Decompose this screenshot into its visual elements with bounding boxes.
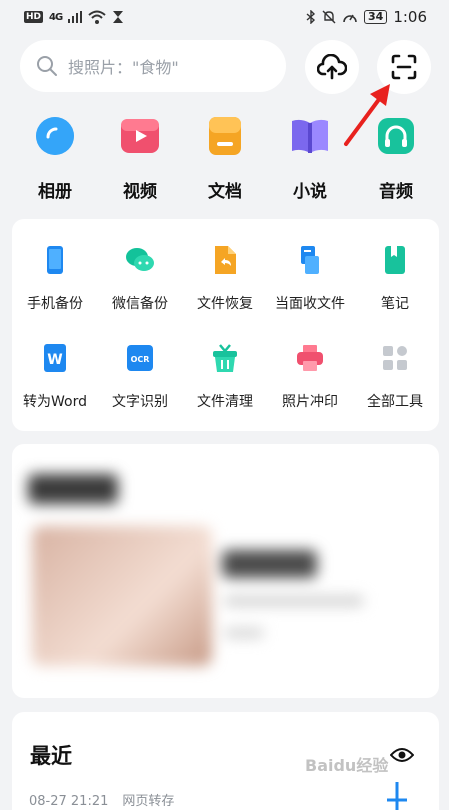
tool-label: 微信备份: [112, 296, 168, 312]
ocr-icon: OCR: [127, 345, 153, 371]
category-video[interactable]: 视频: [100, 115, 180, 202]
photo-print-icon: [297, 345, 323, 371]
tool-file-restore[interactable]: 文件恢复: [182, 245, 268, 313]
recent-source: 网页转存: [122, 794, 175, 809]
clock: 1:06: [393, 8, 427, 26]
category-novel[interactable]: 小说: [270, 115, 350, 202]
cloud-upload-icon: [317, 54, 347, 80]
tool-receive-file[interactable]: 当面收文件: [267, 245, 353, 313]
category-album[interactable]: 相册: [15, 115, 95, 202]
blurred-content: [12, 444, 439, 698]
plus-icon[interactable]: [382, 772, 412, 810]
receive-file-icon: [301, 246, 319, 274]
tool-photo-print[interactable]: 照片冲印: [267, 343, 353, 411]
wifi-icon: [88, 10, 106, 24]
category-document[interactable]: 文档: [185, 115, 265, 202]
tool-label: 笔记: [381, 296, 409, 312]
recent-title: 最近: [30, 744, 72, 768]
tool-file-clean[interactable]: 文件清理: [182, 343, 268, 411]
tool-label: 转为Word: [23, 394, 87, 410]
video-icon: [121, 119, 159, 153]
watermark-logo: Baidu经验: [305, 756, 389, 775]
svg-text:OCR: OCR: [131, 355, 150, 364]
hd-badge: HD: [24, 11, 44, 23]
category-label: 文档: [208, 182, 242, 202]
search-bar[interactable]: 搜照片："食物": [20, 40, 286, 92]
category-label: 视频: [123, 182, 157, 202]
novel-icon: [292, 119, 328, 153]
tool-label: 文件清理: [197, 394, 253, 410]
tool-convert-word[interactable]: W 转为Word: [12, 343, 98, 411]
tool-label: 文字识别: [112, 394, 168, 410]
mute-icon: [322, 10, 336, 24]
category-audio[interactable]: 音频: [356, 115, 436, 202]
tool-wechat-backup[interactable]: 微信备份: [97, 245, 183, 313]
category-label: 音频: [379, 182, 413, 202]
phone-backup-icon: [47, 246, 63, 274]
svg-text:W: W: [47, 352, 62, 368]
album-icon: [36, 117, 74, 155]
all-tools-icon: [383, 346, 407, 370]
scan-icon: [391, 54, 417, 80]
battery-indicator: 34: [364, 10, 388, 24]
file-clean-icon: [213, 344, 237, 372]
tool-label: 全部工具: [367, 394, 423, 410]
tools-card: 手机备份 微信备份 文件恢复 当面收文件 笔记 W 转为Word OCR 文字识…: [12, 219, 439, 431]
category-label: 小说: [293, 182, 327, 202]
bluetooth-icon: [306, 10, 316, 24]
tool-all-tools[interactable]: 全部工具: [352, 343, 438, 411]
document-icon: [209, 117, 241, 155]
search-icon: [37, 56, 57, 76]
tool-ocr[interactable]: OCR 文字识别: [97, 343, 183, 411]
tool-label: 手机备份: [27, 296, 83, 312]
convert-word-icon: W: [44, 344, 66, 372]
notes-icon: [385, 246, 405, 274]
file-restore-icon: [215, 246, 236, 274]
tool-label: 当面收文件: [275, 296, 345, 312]
category-label: 相册: [38, 182, 72, 202]
speed-icon: [343, 14, 357, 23]
hourglass-icon: [113, 11, 124, 23]
eye-icon[interactable]: [390, 747, 414, 763]
recent-meta: 08-27 21:21 网页转存: [29, 790, 174, 809]
wechat-backup-icon: [126, 248, 154, 271]
tool-label: 照片冲印: [282, 394, 338, 410]
search-placeholder: 搜照片："食物": [68, 58, 179, 77]
tool-notes[interactable]: 笔记: [352, 245, 438, 313]
audio-icon: [378, 118, 414, 154]
tool-label: 文件恢复: [197, 296, 253, 312]
network-type: 4G: [49, 11, 63, 23]
status-bar: HD 4G 34 1:06: [0, 0, 449, 34]
tool-phone-backup[interactable]: 手机备份: [12, 245, 98, 313]
category-row: 相册 视频 文档 小说 音频: [0, 115, 449, 205]
signal-icon: [68, 11, 83, 23]
blurred-content-card[interactable]: [12, 444, 439, 698]
recent-date: 08-27 21:21: [29, 794, 109, 809]
